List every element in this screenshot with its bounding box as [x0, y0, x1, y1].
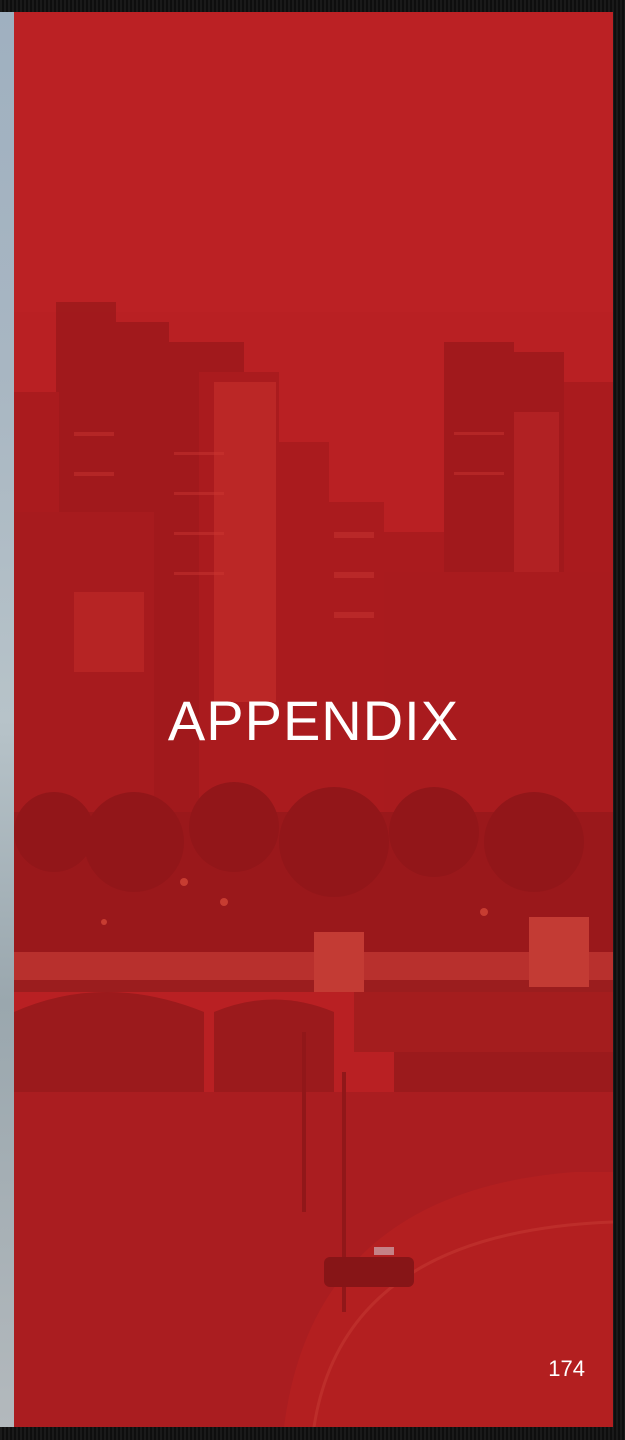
- adjacent-slide-edge: [0, 12, 14, 1427]
- appendix-slide: APPENDIX 174: [0, 12, 613, 1427]
- page-number: 174: [548, 1356, 585, 1381]
- page-title: APPENDIX: [167, 689, 460, 752]
